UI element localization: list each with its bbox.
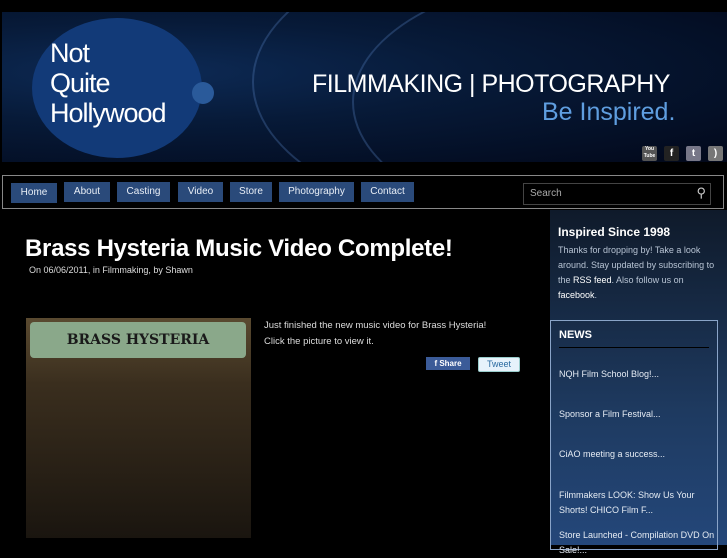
facebook-share-button[interactable]: f Share xyxy=(426,357,470,370)
logo-line: Quite xyxy=(50,68,111,98)
facebook-icon[interactable]: f xyxy=(664,146,679,161)
rss-feed-link[interactable]: RSS feed xyxy=(573,275,612,285)
news-item[interactable]: NQH Film School Blog!... xyxy=(559,367,715,382)
logo-line: Hollywood xyxy=(50,98,167,128)
sidebar-title: Inspired Since 1998 xyxy=(558,225,671,239)
nav-casting[interactable]: Casting xyxy=(117,182,170,202)
text: . Also follow us on xyxy=(611,275,684,285)
news-item[interactable]: Sponsor a Film Festival... xyxy=(559,407,715,422)
twitter-icon[interactable]: t xyxy=(686,146,701,161)
tweet-button[interactable]: Tweet xyxy=(478,357,520,372)
nav-contact[interactable]: Contact xyxy=(361,182,414,202)
sidebar: Inspired Since 1998 Thanks for dropping … xyxy=(550,210,727,555)
logo-dot xyxy=(192,82,214,104)
site-logo[interactable]: Not Quite Hollywood xyxy=(50,38,167,128)
image-banner: BRASS HYSTERIA xyxy=(30,322,246,358)
nav-home[interactable]: Home xyxy=(11,183,57,203)
news-item[interactable]: CiAO meeting a success... xyxy=(559,447,715,462)
rss-icon[interactable]: ) xyxy=(708,146,723,161)
body-line: Just finished the new music video for Br… xyxy=(264,320,487,331)
main-nav: Home About Casting Video Store Photograp… xyxy=(2,175,724,209)
nav-store[interactable]: Store xyxy=(230,182,272,202)
text: . xyxy=(594,290,598,300)
facebook-link[interactable]: facebook xyxy=(558,290,595,300)
search-placeholder: Search xyxy=(530,188,562,199)
logo-line: Not xyxy=(50,38,90,68)
sidebar-text: Thanks for dropping by! Take a look arou… xyxy=(558,243,723,303)
tagline: FILMMAKING | PHOTOGRAPHY xyxy=(312,70,670,98)
post-body: Just finished the new music video for Br… xyxy=(264,318,486,350)
tweet-label: Tweet xyxy=(486,359,511,369)
nav-about[interactable]: About xyxy=(64,182,110,202)
subtagline: Be Inspired. xyxy=(542,98,676,126)
site-header: Not Quite Hollywood FILMMAKING | PHOTOGR… xyxy=(2,12,727,162)
news-item[interactable]: Store Launched - Compilation DVD On Sale… xyxy=(559,528,715,558)
search-icon[interactable]: ⚲ xyxy=(696,185,706,201)
body-line: Click the picture to view it. xyxy=(264,336,374,347)
nav-video[interactable]: Video xyxy=(178,182,223,202)
post-title[interactable]: Brass Hysteria Music Video Complete! xyxy=(25,235,453,263)
news-heading: NEWS xyxy=(559,329,709,348)
news-item[interactable]: Filmmakers LOOK: Show Us Your Shorts! CH… xyxy=(559,488,715,518)
post-meta: On 06/06/2011, in Filmmaking, by Shawn xyxy=(29,265,193,275)
search-input[interactable]: Search ⚲ xyxy=(523,183,711,205)
youtube-icon[interactable]: You Tube xyxy=(642,146,657,161)
share-label: Share xyxy=(439,359,462,368)
nav-photography[interactable]: Photography xyxy=(279,182,354,202)
news-widget: NEWS NQH Film School Blog!... Sponsor a … xyxy=(550,320,718,555)
post-image[interactable]: BRASS HYSTERIA xyxy=(26,318,251,538)
